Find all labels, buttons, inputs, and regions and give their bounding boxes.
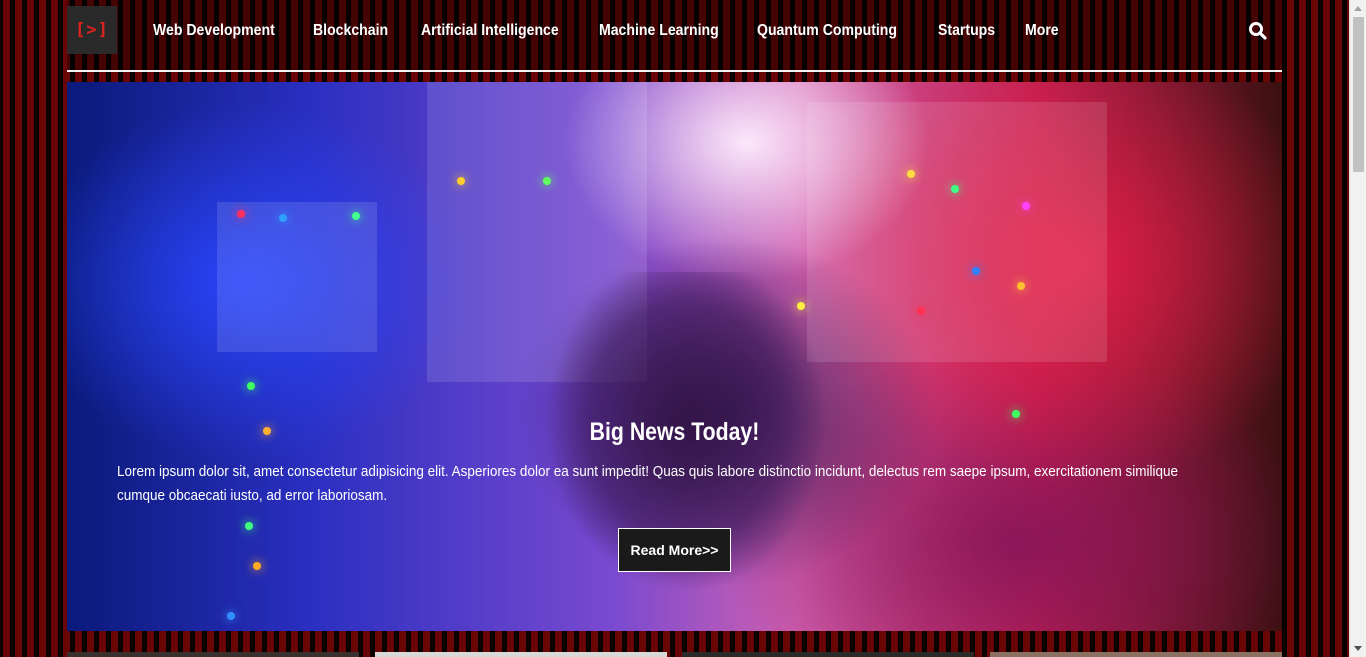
nav-item-artificial-intelligence[interactable]: Artificial Intelligence — [421, 22, 559, 40]
string-light — [951, 185, 959, 193]
card-thumbnail[interactable] — [990, 652, 1282, 657]
string-light — [237, 210, 245, 218]
string-light — [1017, 282, 1025, 290]
nav-item-startups[interactable]: Startups — [938, 22, 995, 40]
hero-background-paper — [807, 102, 1107, 362]
string-light — [247, 382, 255, 390]
string-light — [972, 267, 980, 275]
card-thumbnail[interactable] — [682, 652, 974, 657]
hero-banner: Big News Today! Lorem ipsum dolor sit, a… — [67, 82, 1282, 631]
string-light — [352, 212, 360, 220]
nav-item-more[interactable]: More — [1025, 22, 1059, 40]
hero-silhouette — [537, 272, 837, 631]
nav-item-blockchain[interactable]: Blockchain — [313, 22, 388, 40]
scroll-down-arrow-icon[interactable] — [1354, 646, 1362, 651]
scroll-up-arrow-icon[interactable] — [1354, 6, 1362, 11]
string-light — [543, 177, 551, 185]
card-thumbnail[interactable] — [375, 652, 667, 657]
nav-item-machine-learning[interactable]: Machine Learning — [599, 22, 719, 40]
navbar: [>] Web Development Blockchain Artificia… — [67, 0, 1282, 72]
page-container: [>] Web Development Blockchain Artificia… — [67, 0, 1282, 657]
string-light — [797, 302, 805, 310]
string-light — [917, 307, 925, 315]
string-light — [1022, 202, 1030, 210]
scrollbar-thumb[interactable] — [1353, 17, 1364, 172]
string-light — [253, 562, 261, 570]
string-light — [279, 214, 287, 222]
string-light — [245, 522, 253, 530]
vertical-scrollbar[interactable] — [1349, 0, 1366, 657]
string-light — [907, 170, 915, 178]
hero-title: Big News Today! — [589, 418, 760, 446]
string-light — [457, 177, 465, 185]
nav-menu: Web Development Blockchain Artificial In… — [153, 0, 1096, 62]
site-logo[interactable]: [>] — [67, 6, 117, 54]
read-more-button[interactable]: Read More>> — [618, 528, 731, 572]
string-light — [1012, 410, 1020, 418]
card-thumbnail[interactable] — [67, 652, 359, 657]
card-row-peek — [67, 652, 1282, 657]
string-light — [227, 612, 235, 620]
hero-text: Lorem ipsum dolor sit, amet consectetur … — [117, 463, 1179, 504]
search-icon[interactable] — [1248, 21, 1268, 41]
hero-background-paper — [217, 202, 377, 352]
nav-item-quantum-computing[interactable]: Quantum Computing — [757, 22, 897, 40]
nav-item-web-development[interactable]: Web Development — [153, 22, 275, 40]
